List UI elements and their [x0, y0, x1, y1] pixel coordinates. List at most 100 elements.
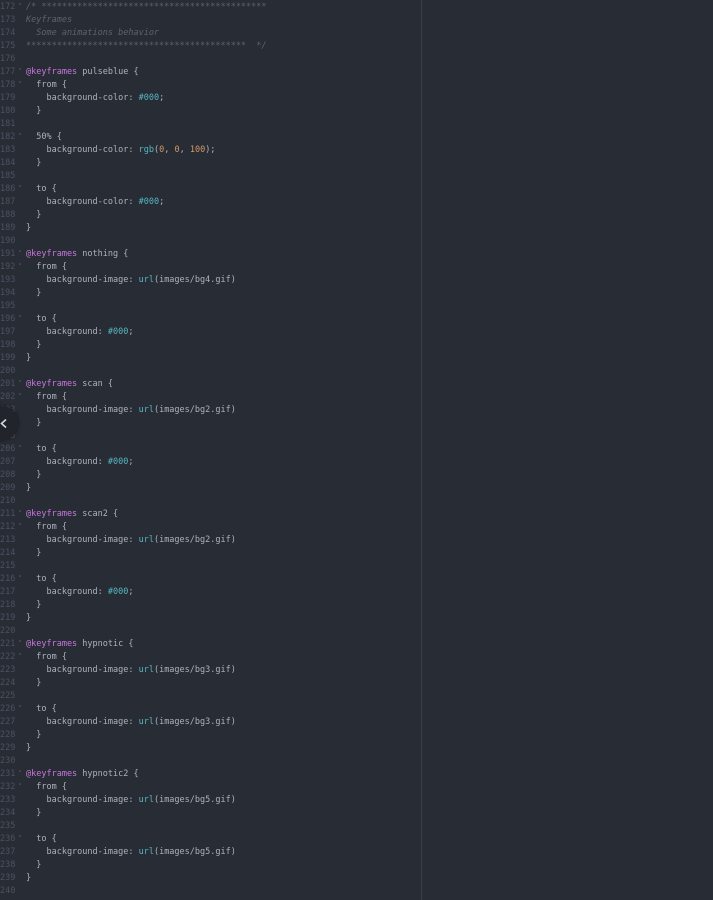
- line-number: 185: [0, 171, 16, 181]
- fold-chevron-icon[interactable]: ˅: [17, 79, 23, 92]
- code-line[interactable]: background: #000;: [26, 456, 133, 469]
- code-line[interactable]: @keyframes hypnotic2 {: [26, 768, 139, 781]
- code-line[interactable]: }: [26, 482, 31, 495]
- fold-chevron-icon[interactable]: ˅: [17, 131, 23, 144]
- code-line[interactable]: to {: [26, 833, 56, 846]
- code-line[interactable]: to {: [26, 183, 56, 196]
- code-line[interactable]: background-color: #000;: [26, 92, 164, 105]
- fold-chevron-icon[interactable]: ˅: [17, 573, 23, 586]
- code-line[interactable]: Some animations behavior: [26, 27, 159, 40]
- code-token: @keyframes: [26, 639, 78, 649]
- code-token: (images/bg5.gif): [153, 795, 236, 805]
- code-line[interactable]: to {: [26, 313, 56, 326]
- code-line[interactable]: from {: [26, 781, 67, 794]
- code-line[interactable]: background: #000;: [26, 326, 133, 339]
- fold-chevron-icon[interactable]: ˅: [17, 1, 23, 14]
- code-token: from {: [26, 392, 67, 402]
- fold-chevron-icon[interactable]: ˅: [17, 66, 23, 79]
- code-line[interactable]: }: [26, 222, 31, 235]
- code-line[interactable]: }: [26, 209, 41, 222]
- code-line[interactable]: Keyframes: [26, 14, 72, 27]
- code-line[interactable]: from {: [26, 261, 67, 274]
- fold-chevron-icon[interactable]: ˅: [17, 313, 23, 326]
- code-line[interactable]: }: [26, 807, 41, 820]
- fold-chevron-icon[interactable]: ˅: [17, 638, 23, 651]
- code-line[interactable]: @keyframes pulseblue {: [26, 66, 139, 79]
- code-line[interactable]: from {: [26, 79, 67, 92]
- code-line[interactable]: background-image: url(images/bg2.gif): [26, 404, 236, 417]
- fold-chevron-icon[interactable]: ˅: [17, 508, 23, 521]
- code-line[interactable]: }: [26, 287, 41, 300]
- code-line[interactable]: background-image: url(images/bg3.gif): [26, 664, 235, 677]
- fold-chevron-icon[interactable]: ˅: [17, 768, 23, 781]
- code-token: }: [26, 808, 42, 818]
- fold-chevron-icon[interactable]: ˅: [17, 248, 23, 261]
- fold-chevron-icon[interactable]: ˅: [17, 781, 23, 794]
- fold-chevron-icon[interactable]: ˅: [17, 703, 23, 716]
- code-line[interactable]: background-color: rgb(0, 0, 100);: [26, 144, 215, 157]
- code-token: ,: [164, 145, 175, 155]
- code-token: /* *************************************…: [26, 2, 267, 12]
- fold-chevron-icon[interactable]: ˅: [17, 391, 23, 404]
- fold-chevron-icon[interactable]: ˅: [17, 521, 23, 534]
- fold-chevron-icon[interactable]: ˅: [17, 443, 23, 456]
- code-line[interactable]: from {: [26, 651, 67, 664]
- code-line[interactable]: background-image: url(images/bg3.gif): [26, 716, 235, 729]
- code-token: background-image:: [26, 275, 139, 285]
- code-line[interactable]: background-image: url(images/bg5.gif): [26, 846, 236, 859]
- code-token: (images/bg5.gif): [153, 847, 236, 857]
- line-number: 194: [0, 288, 16, 298]
- fold-chevron-icon[interactable]: ˅: [17, 378, 23, 391]
- code-line[interactable]: }: [26, 547, 41, 560]
- code-line[interactable]: }: [26, 872, 31, 885]
- line-number: 227: [0, 717, 16, 727]
- code-token: }: [26, 613, 32, 623]
- code-line[interactable]: @keyframes nothing {: [26, 248, 128, 261]
- line-number: 188: [0, 210, 16, 220]
- code-line[interactable]: }: [26, 469, 41, 482]
- code-line[interactable]: }: [26, 105, 41, 118]
- code-line[interactable]: }: [26, 677, 41, 690]
- code-line[interactable]: to {: [26, 443, 56, 456]
- fold-chevron-icon[interactable]: ˅: [17, 183, 23, 196]
- code-token: @keyframes: [26, 67, 78, 77]
- fold-chevron-icon[interactable]: ˅: [17, 261, 23, 274]
- code-line[interactable]: }: [26, 612, 31, 625]
- code-line[interactable]: @keyframes hypnotic {: [26, 638, 133, 651]
- line-number: 183: [0, 145, 16, 155]
- code-line[interactable]: 50% {: [26, 131, 62, 144]
- code-line[interactable]: /* *************************************…: [26, 1, 267, 14]
- code-line[interactable]: from {: [26, 391, 67, 404]
- fold-chevron-icon[interactable]: ˅: [17, 651, 23, 664]
- fold-chevron-icon[interactable]: ˅: [17, 833, 23, 846]
- code-line[interactable]: background-image: url(images/bg2.gif): [26, 534, 235, 547]
- code-area[interactable]: /* *************************************…: [26, 0, 421, 900]
- code-line[interactable]: from {: [26, 521, 67, 534]
- code-line[interactable]: @keyframes scan2 {: [26, 508, 118, 521]
- code-token: scan {: [77, 379, 114, 389]
- code-line[interactable]: }: [26, 157, 41, 170]
- code-line[interactable]: background-image: url(images/bg4.gif): [26, 274, 235, 287]
- code-line[interactable]: @keyframes scan {: [26, 378, 113, 391]
- code-line[interactable]: ****************************************…: [26, 40, 267, 53]
- code-line[interactable]: }: [26, 599, 41, 612]
- line-number: 224: [0, 678, 16, 688]
- code-line[interactable]: to {: [26, 573, 56, 586]
- code-line[interactable]: }: [26, 859, 41, 872]
- code-token: url: [138, 717, 154, 727]
- code-token: (images/bg2.gif): [153, 405, 236, 415]
- code-editor[interactable]: 172 ˅ 173 174 175 176 177 ˅ 178 ˅ 179 180 181 182 ˅ 183…: [0, 0, 713, 900]
- code-line[interactable]: background: #000;: [26, 586, 133, 599]
- code-line[interactable]: }: [26, 729, 41, 742]
- code-line[interactable]: }: [26, 352, 31, 365]
- code-line[interactable]: background-image: url(images/bg5.gif): [26, 794, 236, 807]
- code-line[interactable]: }: [26, 417, 41, 430]
- code-line[interactable]: }: [26, 742, 31, 755]
- line-number: 209: [0, 483, 16, 493]
- code-line[interactable]: }: [26, 339, 41, 352]
- code-token: }: [26, 600, 42, 610]
- code-line[interactable]: background-color: #000;: [26, 196, 164, 209]
- code-line[interactable]: to {: [26, 703, 56, 716]
- line-number: 219: [0, 613, 16, 623]
- code-token: }: [26, 678, 42, 688]
